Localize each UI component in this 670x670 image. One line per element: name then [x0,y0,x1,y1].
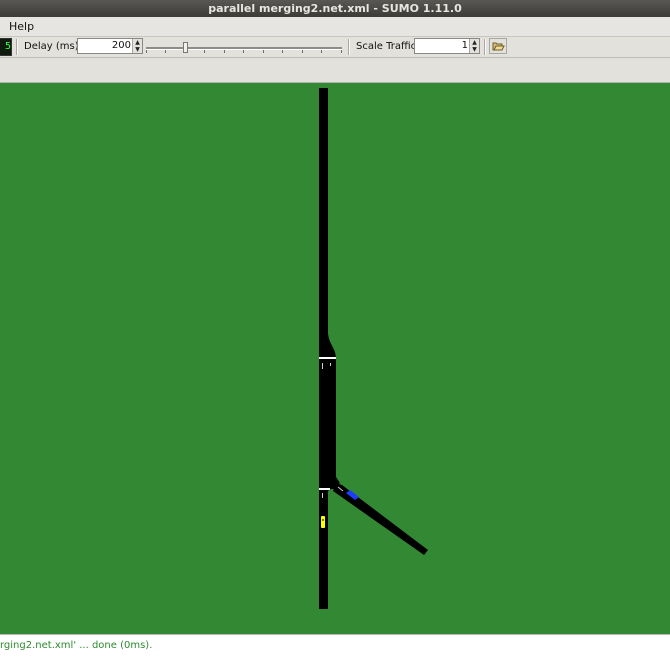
scale-traffic-spinner[interactable]: 1 ▲ ▼ [414,38,480,54]
toolbar-separator [16,39,18,55]
road-network [319,88,428,609]
sumo-gui-window: parallel merging2.net.xml - SUMO 1.11.0 … [0,0,670,670]
network-view-canvas[interactable] [0,83,670,634]
open-folder-button[interactable] [489,38,507,54]
view-toolbar [0,58,670,83]
spin-arrows-icon[interactable]: ▲ ▼ [132,39,142,53]
status-message: rging2.net.xml' ... done (0ms). [0,640,153,651]
slider-tick [204,50,205,53]
slider-tick [165,50,166,53]
road-widening-taper [319,333,336,359]
menu-help[interactable]: Help [9,17,34,36]
lane-marking [322,363,323,369]
toolbar-separator [348,39,350,55]
lane-marking [330,363,331,366]
scale-traffic-label: Scale Traffic: [356,41,420,52]
delay-label: Delay (ms): [24,41,82,52]
toolbar-separator [484,39,486,55]
window-title-bar: parallel merging2.net.xml - SUMO 1.11.0 [0,0,670,17]
road-lower [319,490,328,609]
delay-slider[interactable] [146,47,342,53]
road-middle-two-lane [319,359,336,489]
slider-tick [321,50,322,53]
lane-marking [322,493,323,498]
road-upper-main [319,88,328,354]
message-window: rging2.net.xml' ... done (0ms). [0,634,670,670]
scale-traffic-value: 1 [461,40,468,51]
slider-tick [282,50,283,53]
clock-display-icon: 5 [0,38,12,56]
open-folder-icon [492,42,505,51]
window-title: parallel merging2.net.xml - SUMO 1.11.0 [208,2,462,15]
delay-value: 200 [111,40,131,51]
slider-tick [302,50,303,53]
delay-spinner[interactable]: 200 ▲ ▼ [77,38,143,54]
slider-tick [341,50,342,53]
slider-tick [263,50,264,53]
junction-line-bottom [319,488,330,490]
slider-tick [243,50,244,53]
slider-tick [224,50,225,53]
delay-slider-thumb[interactable] [183,42,188,53]
slider-tick [146,50,147,53]
vehicle-yellow[interactable] [321,516,325,528]
spin-arrows-icon[interactable]: ▲ ▼ [469,39,479,53]
vehicle-yellow-window [322,519,324,521]
menu-bar: Help [0,17,670,37]
simulation-toolbar: 5 Delay (ms): 200 ▲ ▼ Scale Traffic: 1 ▲ ▼ [0,37,670,58]
junction-line-top [319,357,336,359]
